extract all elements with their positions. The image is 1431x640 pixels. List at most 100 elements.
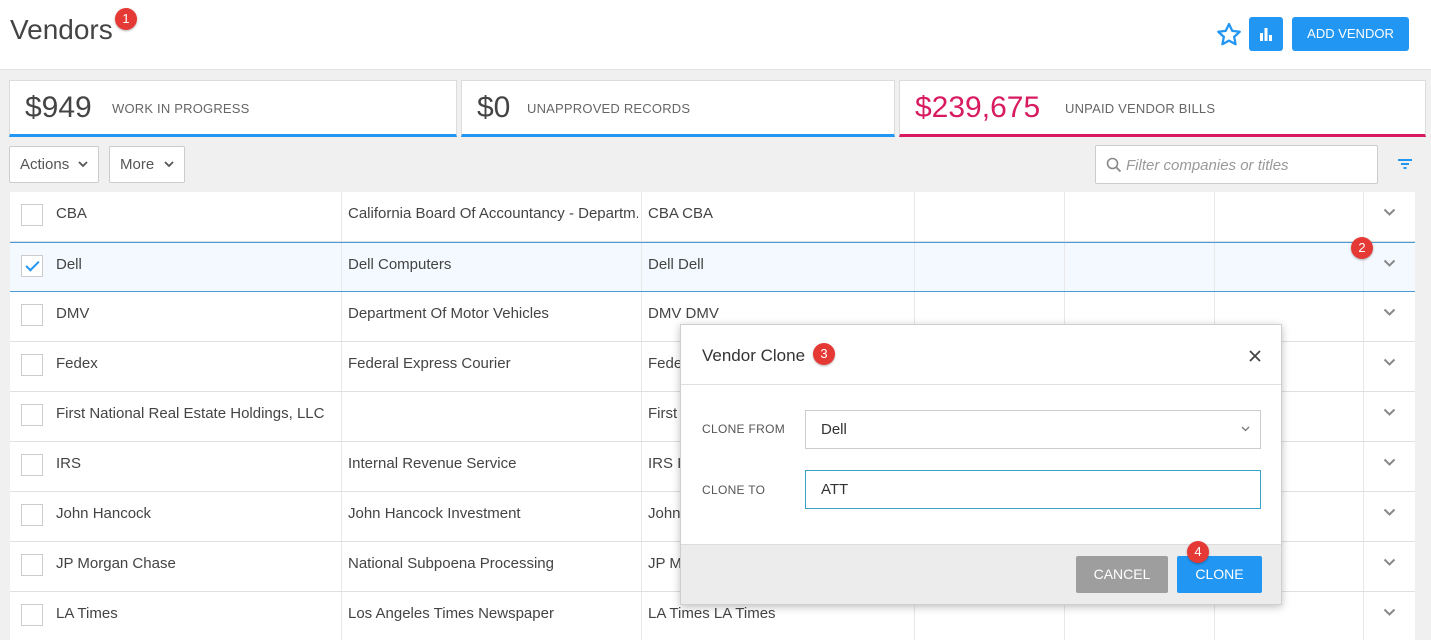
vendor-name-cell: Dell — [56, 256, 82, 273]
reports-chart-button[interactable] — [1249, 17, 1283, 51]
step-badge-2: 2 — [1351, 237, 1373, 259]
stat-label: UNAPPROVED RECORDS — [527, 101, 691, 116]
cancel-button[interactable]: CANCEL — [1076, 556, 1168, 593]
column-separator — [641, 292, 642, 341]
column-separator — [914, 192, 915, 241]
expand-chevron-icon[interactable] — [1383, 308, 1396, 317]
filter-funnel-icon[interactable] — [1396, 155, 1414, 171]
dialog-title: Vendor Clone — [702, 346, 806, 365]
expand-chevron-icon[interactable] — [1383, 408, 1396, 417]
bar-chart-icon — [1260, 28, 1272, 41]
clone-from-select[interactable]: Dell — [805, 410, 1261, 449]
column-separator — [1363, 542, 1364, 591]
company-cell — [348, 392, 638, 441]
vendor-name-cell: JP Morgan Chase — [56, 555, 176, 572]
row-checkbox[interactable] — [21, 504, 43, 526]
company-cell: Dell Computers — [348, 256, 452, 273]
column-separator — [1064, 243, 1065, 291]
row-checkbox[interactable] — [21, 304, 43, 326]
column-separator — [341, 592, 342, 640]
column-separator — [341, 342, 342, 391]
favorite-star-button[interactable] — [1214, 20, 1244, 50]
column-separator — [641, 342, 642, 391]
stat-card-work-in-progress[interactable]: $949 WORK IN PROGRESS — [9, 80, 457, 137]
company-cell: National Subpoena Processing — [348, 555, 554, 572]
column-separator — [641, 392, 642, 441]
column-separator — [641, 243, 642, 291]
column-separator — [1363, 492, 1364, 541]
stat-value: $949 — [25, 91, 92, 124]
row-checkbox[interactable] — [21, 604, 43, 626]
expand-chevron-icon[interactable] — [1383, 508, 1396, 517]
row-checkbox[interactable] — [21, 404, 43, 426]
row-checkbox[interactable] — [21, 454, 43, 476]
actions-dropdown[interactable]: Actions — [9, 146, 99, 183]
stat-label: UNPAID VENDOR BILLS — [1065, 101, 1216, 116]
clone-from-value: Dell — [821, 421, 847, 438]
expand-chevron-icon[interactable] — [1383, 558, 1396, 567]
company-cell: Los Angeles Times Newspaper — [348, 605, 554, 622]
column-separator — [341, 292, 342, 341]
dialog-footer: CANCEL CLONE 4 — [681, 541, 1281, 604]
vendor-clone-dialog: Vendor Clone 3 CLONE FROM Dell CLONE TO … — [680, 324, 1282, 605]
more-label: More — [120, 156, 155, 173]
more-dropdown[interactable]: More — [109, 146, 185, 183]
filter-input[interactable] — [1126, 154, 1366, 176]
chevron-down-icon — [164, 161, 174, 168]
row-checkbox[interactable] — [21, 354, 43, 376]
column-separator — [1363, 392, 1364, 441]
vendor-name-cell: LA Times — [56, 605, 118, 622]
company-cell: Federal Express Courier — [348, 355, 511, 372]
column-separator — [641, 492, 642, 541]
column-separator — [1363, 192, 1364, 241]
column-separator — [341, 492, 342, 541]
stat-card-unapproved-records[interactable]: $0 UNAPPROVED RECORDS — [461, 80, 895, 137]
divider — [681, 384, 1281, 385]
clone-from-label: CLONE FROM — [702, 422, 786, 436]
table-row[interactable]: CBA California Board Of Accountancy - Dep… — [10, 192, 1415, 242]
stat-value: $239,675 — [915, 91, 1041, 124]
expand-chevron-icon[interactable] — [1383, 208, 1396, 217]
row-checkbox[interactable] — [21, 554, 43, 576]
expand-chevron-icon[interactable] — [1383, 358, 1396, 367]
row-checkbox[interactable] — [21, 255, 43, 277]
search-icon — [1106, 157, 1122, 173]
expand-chevron-icon[interactable] — [1383, 458, 1396, 467]
title-cell: Dell Dell — [648, 256, 704, 273]
company-cell: Department Of Motor Vehicles — [348, 305, 549, 322]
company-cell: California Board Of Accountancy - Depart… — [348, 205, 638, 222]
column-separator — [641, 592, 642, 640]
column-separator — [341, 442, 342, 491]
page-header: Vendors 1 ADD VENDOR — [0, 0, 1431, 70]
column-separator — [341, 243, 342, 291]
step-badge-1: 1 — [115, 8, 137, 30]
clone-to-label: CLONE TO — [702, 483, 766, 497]
table-row[interactable]: Dell Dell Computers Dell Dell 2 — [10, 237, 1415, 292]
column-separator — [341, 542, 342, 591]
page-title: Vendors — [10, 14, 113, 45]
column-separator — [1363, 342, 1364, 391]
column-separator — [341, 392, 342, 441]
column-separator — [1064, 192, 1065, 241]
add-vendor-button[interactable]: ADD VENDOR — [1292, 17, 1409, 51]
row-checkbox[interactable] — [21, 204, 43, 226]
column-separator — [1363, 442, 1364, 491]
chevron-down-icon — [1241, 426, 1250, 432]
close-icon[interactable] — [1247, 348, 1263, 364]
filter-search-box[interactable] — [1095, 145, 1378, 184]
clone-to-input[interactable] — [805, 470, 1261, 509]
step-badge-3: 3 — [813, 343, 835, 365]
vendor-name-cell: Fedex — [56, 355, 98, 372]
vendor-name-cell: IRS — [56, 455, 82, 472]
column-separator — [1214, 243, 1215, 291]
column-separator — [1363, 592, 1364, 640]
expand-chevron-icon[interactable] — [1383, 259, 1396, 268]
stat-label: WORK IN PROGRESS — [112, 101, 250, 116]
company-cell: Internal Revenue Service — [348, 455, 517, 472]
expand-chevron-icon[interactable] — [1383, 608, 1396, 617]
vendor-name-cell: First National Real Estate Holdings, LLC — [56, 405, 325, 422]
column-separator — [641, 192, 642, 241]
stat-card-unpaid-vendor-bills[interactable]: $239,675 UNPAID VENDOR BILLS — [899, 80, 1426, 137]
clone-button[interactable]: CLONE — [1177, 556, 1262, 593]
chevron-down-icon — [78, 161, 88, 168]
